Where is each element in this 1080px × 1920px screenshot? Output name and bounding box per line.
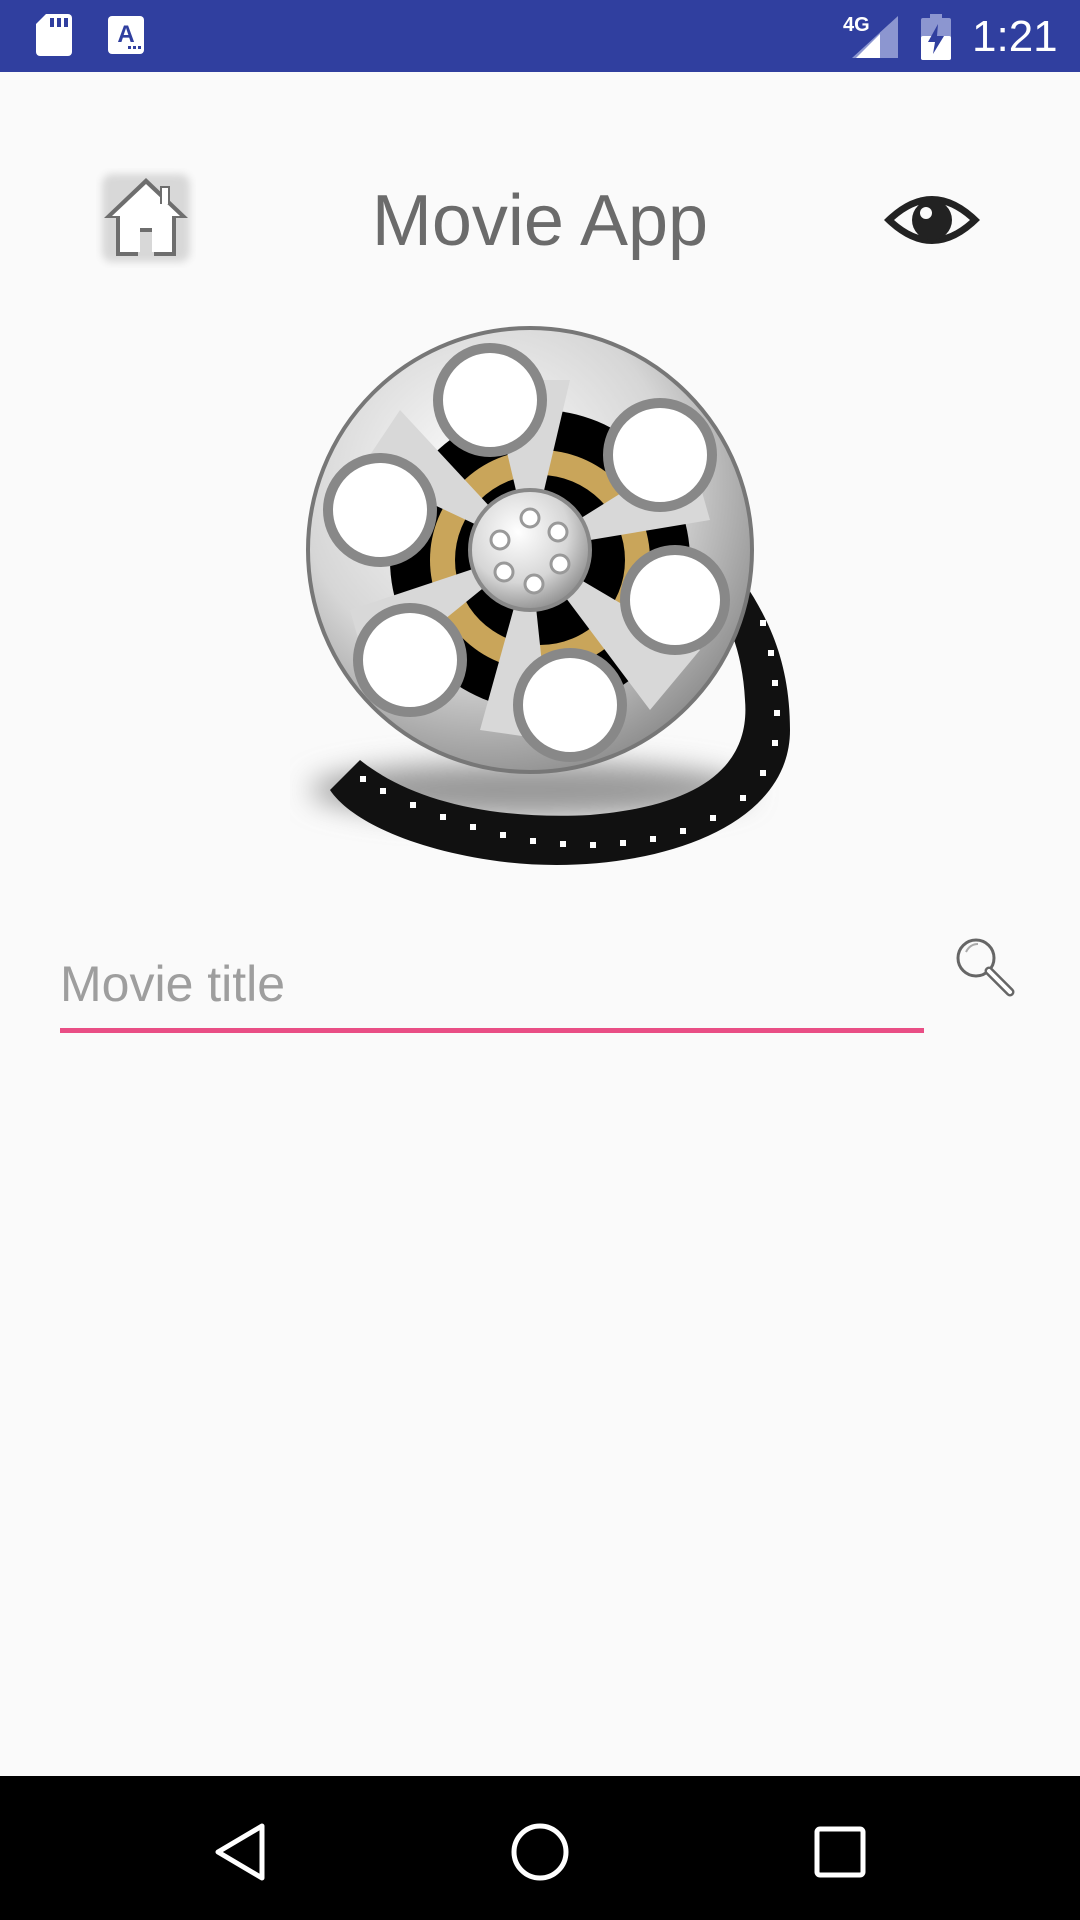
signal-icon (852, 16, 898, 58)
status-clock: 1:21 (972, 12, 1058, 61)
view-button[interactable] (880, 180, 984, 260)
nav-back-button[interactable] (200, 1812, 280, 1892)
search-field (60, 940, 924, 1033)
page-title: Movie App (371, 181, 709, 261)
search-button[interactable] (950, 932, 1020, 1002)
svg-text:A: A (117, 21, 134, 48)
home-icon (102, 174, 190, 262)
app-notification-icon: A (108, 16, 144, 54)
home-circle-icon (511, 1823, 569, 1881)
eye-icon (884, 196, 980, 244)
film-reel-icon (306, 326, 790, 865)
input-underline (60, 1028, 924, 1033)
search-icon (956, 938, 1015, 997)
movie-title-input[interactable] (60, 940, 924, 1028)
home-button[interactable] (96, 168, 196, 268)
nav-recents-button[interactable] (800, 1812, 880, 1892)
sd-card-icon (36, 14, 72, 56)
recents-icon (814, 1826, 866, 1878)
status-bar: A 4G 1:21 (0, 0, 1080, 72)
battery-charging-icon (921, 14, 951, 60)
nav-home-button[interactable] (500, 1812, 580, 1892)
navigation-bar (0, 1776, 1080, 1920)
back-icon (215, 1823, 265, 1881)
